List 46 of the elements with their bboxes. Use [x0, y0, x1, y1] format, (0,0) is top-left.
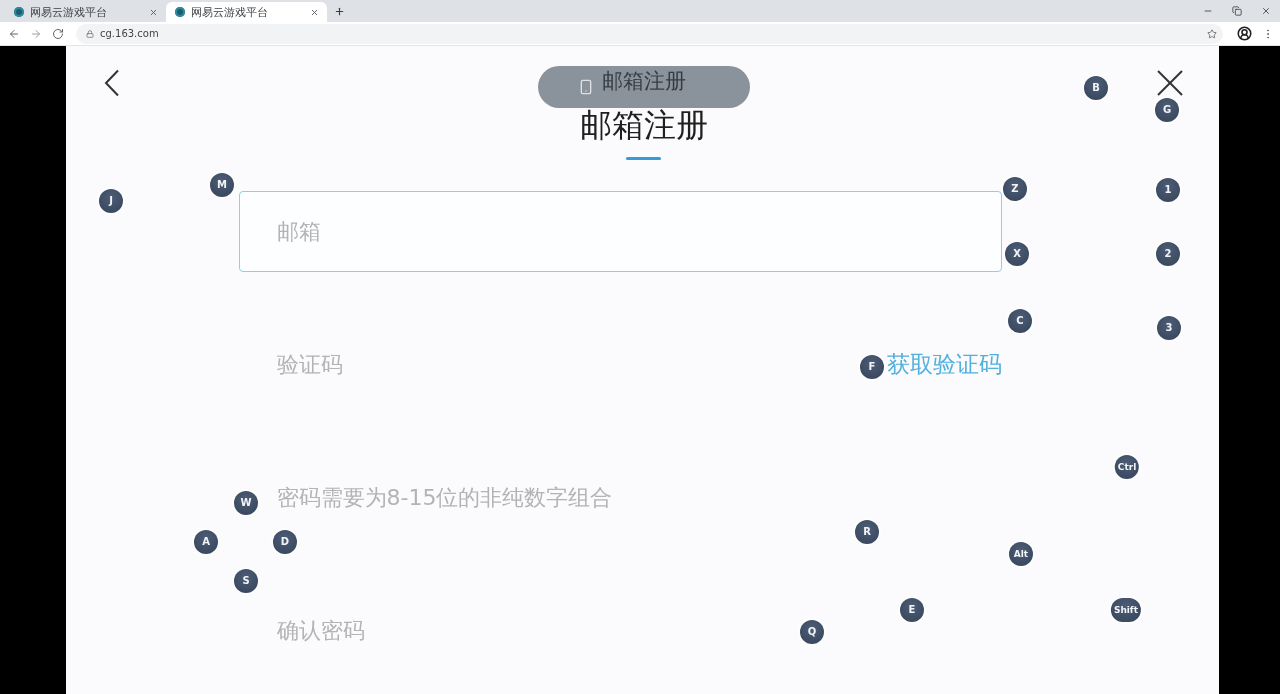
- key-hint: M: [210, 173, 234, 197]
- key-hint: G: [1155, 98, 1179, 122]
- key-hint: X: [1005, 242, 1029, 266]
- url-text: cg.163.com: [100, 28, 160, 39]
- site-icon: [175, 7, 185, 17]
- close-icon[interactable]: [310, 7, 319, 17]
- key-hint: J: [99, 189, 123, 213]
- lock-icon: [86, 29, 94, 38]
- close-icon: [1157, 70, 1183, 96]
- key-hint: B: [1084, 76, 1108, 100]
- page-title: 邮箱注册: [579, 107, 708, 143]
- back-icon[interactable]: [8, 27, 20, 40]
- reload-icon[interactable]: [52, 27, 64, 40]
- key-hint: 1: [1156, 178, 1180, 202]
- browser-tab[interactable]: 网易云游戏平台: [166, 2, 327, 22]
- close-button[interactable]: [1157, 70, 1183, 96]
- browser-tab[interactable]: 网易云游戏平台: [5, 2, 166, 22]
- star-icon[interactable]: [1207, 28, 1217, 39]
- key-hint: D: [273, 530, 297, 554]
- close-icon[interactable]: [149, 7, 158, 17]
- profile-icon[interactable]: [1237, 26, 1252, 41]
- key-hint: Shift: [1110, 598, 1142, 622]
- title-underline: [626, 157, 661, 160]
- key-hint: E: [900, 598, 924, 622]
- site-icon: [14, 7, 24, 17]
- tab-title: 网易云游戏平台: [30, 5, 108, 19]
- address-bar[interactable]: cg.163.com: [76, 23, 1223, 44]
- tab-title: 网易云游戏平台: [191, 5, 269, 19]
- key-hint: Z: [1003, 177, 1027, 201]
- restore-icon[interactable]: [1232, 6, 1242, 16]
- key-hint: R: [855, 520, 879, 544]
- key-hint: W: [234, 491, 258, 515]
- key-hint: 2: [1156, 242, 1180, 266]
- input-field[interactable]: 邮箱: [238, 191, 1002, 272]
- key-hint: Q: [800, 620, 824, 644]
- key-hint: Ctrl: [1114, 455, 1140, 479]
- key-hint: 3: [1157, 316, 1181, 340]
- toast-title: 邮箱注册: [601, 69, 686, 93]
- key-hint: C: [1008, 309, 1032, 333]
- close-icon[interactable]: [1261, 6, 1271, 16]
- key-hint: S: [234, 569, 258, 593]
- plus-icon[interactable]: [334, 6, 345, 17]
- key-hint: Alt: [1009, 542, 1033, 566]
- key-hint: F: [860, 355, 884, 379]
- key-hint: A: [194, 530, 218, 554]
- chevron-left-icon: [104, 69, 120, 97]
